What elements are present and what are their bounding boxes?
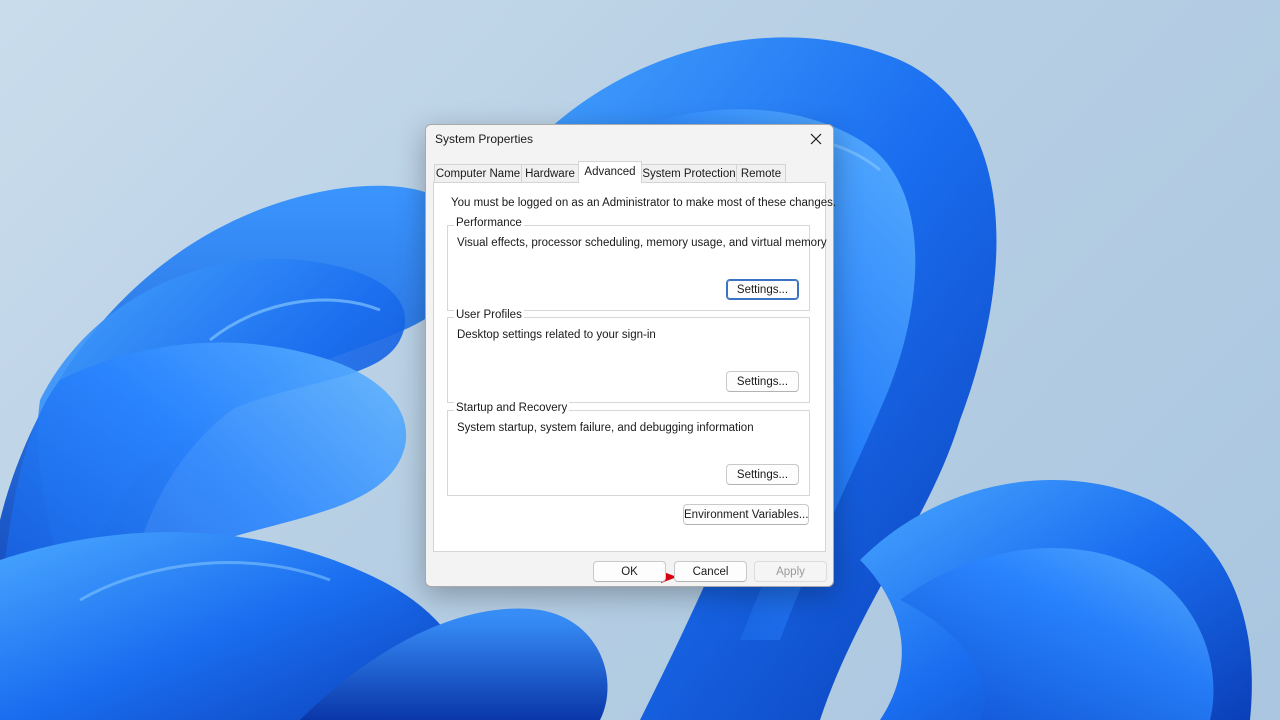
- startup-recovery-group-title: Startup and Recovery: [454, 402, 570, 414]
- ok-button[interactable]: OK: [593, 561, 666, 582]
- environment-variables-button[interactable]: Environment Variables...: [683, 504, 809, 525]
- performance-settings-button[interactable]: Settings...: [726, 279, 799, 300]
- close-button[interactable]: [803, 127, 829, 151]
- tab-remote[interactable]: Remote: [736, 164, 786, 182]
- tab-system-protection[interactable]: System Protection: [641, 164, 737, 182]
- close-icon: [810, 133, 822, 145]
- tab-hardware[interactable]: Hardware: [521, 164, 579, 182]
- performance-description: Visual effects, processor scheduling, me…: [457, 237, 827, 249]
- system-properties-dialog: System Properties Computer Name Hardware…: [425, 124, 836, 587]
- user-profiles-group-title: User Profiles: [454, 309, 524, 321]
- user-profiles-group: User Profiles Desktop settings related t…: [447, 309, 810, 403]
- tab-advanced[interactable]: Advanced: [578, 161, 642, 183]
- startup-recovery-group: Startup and Recovery System startup, sys…: [447, 402, 810, 496]
- startup-recovery-settings-button[interactable]: Settings...: [726, 464, 799, 485]
- startup-recovery-description: System startup, system failure, and debu…: [457, 422, 754, 434]
- performance-group: Performance Visual effects, processor sc…: [447, 217, 827, 311]
- cancel-button[interactable]: Cancel: [674, 561, 747, 582]
- advanced-tab-panel: You must be logged on as an Administrato…: [433, 182, 836, 552]
- tab-computer-name[interactable]: Computer Name: [434, 164, 522, 182]
- apply-button[interactable]: Apply: [754, 561, 827, 582]
- window-title: System Properties: [435, 132, 534, 146]
- user-profiles-description: Desktop settings related to your sign-in: [457, 329, 656, 341]
- desktop: System Properties Computer Name Hardware…: [0, 0, 1280, 720]
- user-profiles-settings-button[interactable]: Settings...: [726, 371, 799, 392]
- title-bar[interactable]: System Properties: [426, 125, 833, 153]
- performance-group-title: Performance: [454, 217, 524, 229]
- admin-note: You must be logged on as an Administrato…: [451, 197, 837, 209]
